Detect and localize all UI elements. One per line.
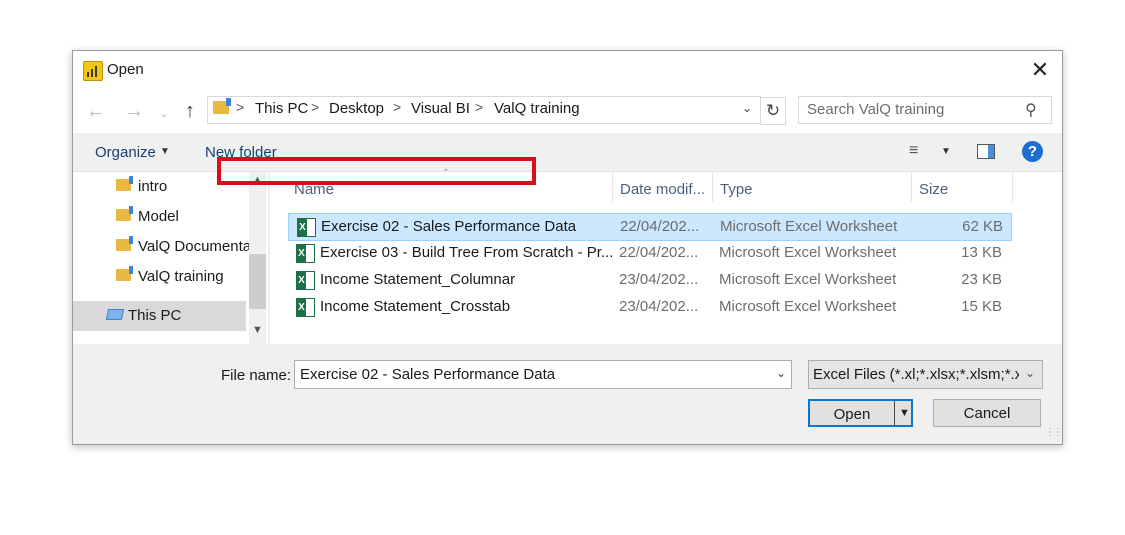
column-header-type[interactable]: Type bbox=[720, 181, 753, 198]
navigation-scrollbar[interactable]: ▲ ▼ bbox=[249, 172, 266, 344]
file-date: 22/04/202... bbox=[620, 218, 700, 235]
open-button[interactable]: Open ▼ bbox=[808, 399, 913, 427]
breadcrumb-separator[interactable]: > bbox=[236, 99, 244, 115]
column-divider[interactable] bbox=[612, 172, 613, 202]
file-name: Income Statement_Columnar bbox=[320, 271, 516, 288]
file-name: Exercise 02 - Sales Performance Data bbox=[321, 218, 577, 235]
resize-grip-icon[interactable]: ⋮⋮ bbox=[1045, 427, 1063, 438]
breadcrumb-desktop[interactable]: Desktop bbox=[329, 100, 384, 117]
chevron-down-icon[interactable]: ⌄ bbox=[1025, 366, 1035, 380]
excel-file-icon: X bbox=[297, 218, 316, 237]
split-divider bbox=[894, 401, 895, 425]
chevron-down-icon[interactable]: ⌄ bbox=[776, 366, 786, 380]
column-header-date[interactable]: Date modif... bbox=[620, 181, 705, 198]
cancel-button[interactable]: Cancel bbox=[933, 399, 1041, 427]
sidebar-item-valq-documentation[interactable]: ValQ Documenta bbox=[138, 234, 249, 260]
file-size: 23 KB bbox=[961, 271, 1002, 288]
file-type: Microsoft Excel Worksheet bbox=[719, 298, 897, 315]
organize-button[interactable]: Organize bbox=[95, 144, 156, 161]
search-placeholder: Search ValQ training bbox=[807, 101, 945, 118]
breadcrumb-separator[interactable]: > bbox=[475, 99, 483, 115]
excel-file-icon: X bbox=[296, 271, 315, 290]
scroll-down-icon[interactable]: ▼ bbox=[252, 324, 263, 336]
file-date: 23/04/202... bbox=[619, 271, 699, 288]
breadcrumb-this-pc[interactable]: This PC bbox=[255, 100, 308, 117]
excel-file-icon: X bbox=[296, 298, 315, 317]
address-dropdown-icon[interactable]: ⌄ bbox=[742, 101, 752, 115]
file-type: Microsoft Excel Worksheet bbox=[719, 271, 897, 288]
file-name: Exercise 03 - Build Tree From Scratch - … bbox=[320, 244, 612, 261]
breadcrumb-separator[interactable]: > bbox=[311, 99, 319, 115]
column-divider[interactable] bbox=[1012, 172, 1013, 202]
window-title: Open bbox=[107, 61, 144, 78]
folder-icon bbox=[213, 98, 231, 114]
file-size: 15 KB bbox=[961, 298, 1002, 315]
file-type-value: Excel Files (*.xl;*.xlsx;*.xlsm;*.xlsb bbox=[813, 366, 1019, 383]
folder-icon bbox=[116, 236, 133, 251]
navigation-bar: ← → ⌄ ↑ > This PC > Desktop > Visual BI … bbox=[73, 89, 1062, 133]
forward-arrow-icon[interactable]: → bbox=[121, 98, 147, 124]
search-icon[interactable]: ⚲ bbox=[1025, 100, 1037, 120]
column-divider[interactable] bbox=[712, 172, 713, 202]
file-name-field[interactable]: Exercise 02 - Sales Performance Data ⌄ bbox=[294, 360, 792, 389]
folder-icon bbox=[116, 176, 133, 191]
navigation-pane: intro Model ValQ Documenta ValQ training… bbox=[73, 172, 268, 344]
help-icon[interactable]: ? bbox=[1022, 141, 1043, 162]
file-date: 22/04/202... bbox=[619, 244, 699, 261]
file-size: 13 KB bbox=[961, 244, 1002, 261]
file-date: 23/04/202... bbox=[619, 298, 699, 315]
file-list: ˆ Name Date modif... Type Size X Exercis… bbox=[270, 168, 1062, 344]
close-icon[interactable]: ✕ bbox=[1025, 57, 1055, 83]
file-row[interactable]: X Exercise 02 - Sales Performance Data 2… bbox=[288, 213, 1012, 241]
refresh-icon[interactable]: ↻ bbox=[761, 97, 786, 125]
cancel-button-label: Cancel bbox=[963, 405, 1011, 422]
file-type-select[interactable]: Excel Files (*.xl;*.xlsx;*.xlsm;*.xlsb ⌄ bbox=[808, 360, 1043, 389]
column-divider[interactable] bbox=[911, 172, 912, 202]
folder-icon bbox=[116, 206, 133, 221]
caret-down-icon[interactable]: ▼ bbox=[160, 146, 170, 157]
address-bar[interactable]: > This PC > Desktop > Visual BI > ValQ t… bbox=[207, 96, 761, 124]
file-type: Microsoft Excel Worksheet bbox=[720, 218, 898, 235]
breadcrumb-valq-training[interactable]: ValQ training bbox=[494, 100, 580, 117]
file-row[interactable]: X Income Statement_Columnar 23/04/202...… bbox=[288, 267, 1010, 293]
file-row[interactable]: X Exercise 03 - Build Tree From Scratch … bbox=[288, 240, 1010, 266]
preview-pane-icon[interactable] bbox=[977, 144, 995, 159]
excel-file-icon: X bbox=[296, 244, 315, 263]
computer-icon bbox=[105, 309, 125, 320]
caret-down-icon[interactable]: ▼ bbox=[941, 146, 951, 157]
folder-icon bbox=[116, 266, 133, 281]
sidebar-item-label: This PC bbox=[128, 307, 182, 324]
file-type: Microsoft Excel Worksheet bbox=[719, 244, 897, 261]
file-size: 62 KB bbox=[962, 218, 1003, 235]
recent-locations-chevron-icon[interactable]: ⌄ bbox=[157, 101, 171, 127]
highlight-annotation-box bbox=[217, 157, 536, 185]
breadcrumb-visual-bi[interactable]: Visual BI bbox=[411, 100, 470, 117]
open-dialog: Open ✕ ← → ⌄ ↑ > This PC > Desktop > Vis… bbox=[72, 50, 1063, 445]
open-button-label: Open bbox=[833, 406, 871, 423]
breadcrumb-separator[interactable]: > bbox=[393, 99, 401, 115]
view-options-icon[interactable]: ≡ bbox=[909, 142, 918, 160]
power-bi-icon bbox=[83, 61, 103, 81]
back-arrow-icon[interactable]: ← bbox=[83, 98, 109, 124]
file-row[interactable]: X Income Statement_Crosstab 23/04/202...… bbox=[288, 294, 1010, 320]
search-input[interactable]: Search ValQ training ⚲ bbox=[798, 96, 1052, 124]
scrollbar-thumb[interactable] bbox=[249, 254, 266, 309]
title-bar: Open ✕ bbox=[73, 51, 1062, 89]
open-options-caret-icon[interactable]: ▼ bbox=[899, 407, 910, 419]
file-dialog-footer: File name: Exercise 02 - Sales Performan… bbox=[73, 345, 1063, 444]
file-name: Income Statement_Crosstab bbox=[320, 298, 511, 315]
file-name-value[interactable]: Exercise 02 - Sales Performance Data bbox=[300, 366, 555, 383]
up-arrow-icon[interactable]: ↑ bbox=[177, 98, 203, 124]
file-name-label: File name: bbox=[221, 367, 292, 384]
column-header-size[interactable]: Size bbox=[919, 181, 948, 198]
sidebar-item-this-pc[interactable]: This PC bbox=[73, 301, 246, 331]
